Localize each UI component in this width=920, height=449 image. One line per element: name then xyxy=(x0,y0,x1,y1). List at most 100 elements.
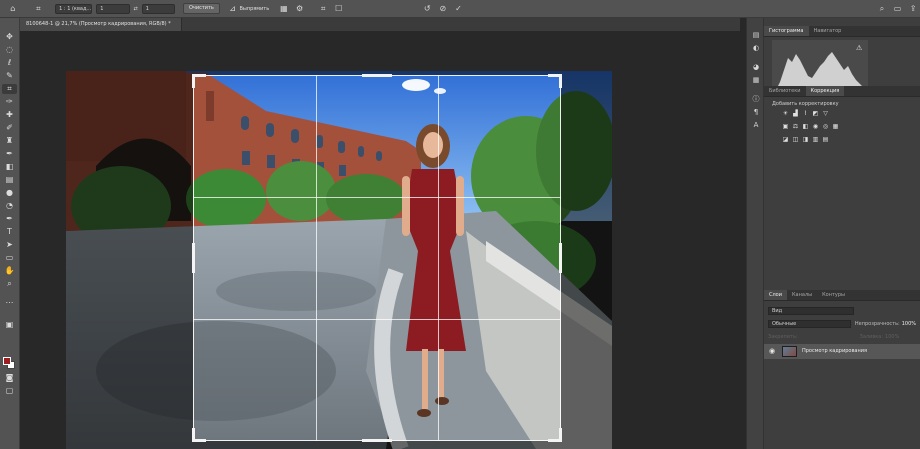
workspace-icon[interactable]: ▭ xyxy=(891,3,905,15)
lasso-tool-icon[interactable]: ℓ xyxy=(2,58,17,68)
color-lookup-icon[interactable]: ▦ xyxy=(832,123,839,130)
quick-mask-icon[interactable]: ◙ xyxy=(2,373,17,383)
swatches-panel-icon[interactable]: ▦ xyxy=(750,75,762,85)
curves-icon[interactable]: ⌇ xyxy=(802,110,809,117)
layers-blend-row: Обычные Непрозрачность: 100% xyxy=(768,319,916,328)
foreground-color-swatch[interactable] xyxy=(3,357,11,365)
levels-icon[interactable]: ▟ xyxy=(792,110,799,117)
search-icon[interactable]: ⌕ xyxy=(875,3,889,15)
channel-mixer-icon[interactable]: ◎ xyxy=(822,123,829,130)
content-aware-icon[interactable]: ⌗ xyxy=(316,3,330,15)
settings-gear-icon[interactable]: ⚙ xyxy=(293,3,307,15)
crop-width-field[interactable]: 1 xyxy=(96,3,130,14)
tab-libraries[interactable]: Библиотеки xyxy=(764,86,806,96)
hue-saturation-icon[interactable]: ▣ xyxy=(782,123,789,130)
layers-search-input[interactable]: Вид xyxy=(768,306,854,315)
document-canvas[interactable] xyxy=(20,31,738,449)
blur-tool-icon[interactable]: ● xyxy=(2,188,17,198)
color-panel-icon[interactable]: ◕ xyxy=(750,62,762,72)
crop-grid-vertical-2 xyxy=(438,75,439,441)
paragraph-panel-icon[interactable]: ¶ xyxy=(750,107,762,117)
tab-paths[interactable]: Контуры xyxy=(817,290,850,300)
brush-tool-icon[interactable]: ✐ xyxy=(2,123,17,133)
properties-panel-icon[interactable]: ◐ xyxy=(750,43,762,53)
document-tab[interactable]: 8100648-1 @ 21,7% (Просмотр кадрирования… xyxy=(20,18,182,31)
history-panel-icon[interactable]: ▤ xyxy=(750,30,762,40)
histogram-warning-icon[interactable]: ⚠ xyxy=(856,44,862,52)
posterize-icon[interactable]: ◫ xyxy=(792,136,799,143)
histogram-chart xyxy=(772,40,868,92)
move-tool-icon[interactable]: ✥ xyxy=(2,32,17,42)
layers-panel-tabs: Слои Каналы Контуры xyxy=(764,290,920,301)
eyedropper-tool-icon[interactable]: ✑ xyxy=(2,97,17,107)
edit-toolbar-icon[interactable]: ▣ xyxy=(2,320,17,330)
tab-channels[interactable]: Каналы xyxy=(787,290,817,300)
fill-value[interactable]: 100% xyxy=(885,334,899,340)
brightness-icon[interactable]: ☀ xyxy=(782,110,789,117)
black-white-icon[interactable]: ◧ xyxy=(802,123,809,130)
clone-stamp-tool-icon[interactable]: ♜ xyxy=(2,136,17,146)
home-icon[interactable]: ⌂ xyxy=(6,3,20,15)
cancel-icon[interactable]: ⊘ xyxy=(436,3,450,15)
panel-dock-icons: ▤ ◐ ◕ ▦ ⓘ ¶ A xyxy=(746,18,764,449)
shape-tool-icon[interactable]: ▭ xyxy=(2,253,17,263)
ratio-preset-select[interactable]: 1 : 1 (квад... xyxy=(55,3,93,14)
reset-icon[interactable]: ↺ xyxy=(420,3,434,15)
tab-histogram[interactable]: Гистограмма xyxy=(764,26,809,36)
layer-name[interactable]: Просмотр кадрирования xyxy=(802,344,867,359)
photo-filter-icon[interactable]: ◉ xyxy=(812,123,819,130)
dodge-tool-icon[interactable]: ◔ xyxy=(2,201,17,211)
clear-button[interactable]: Очистить xyxy=(182,3,220,14)
path-select-tool-icon[interactable]: ➤ xyxy=(2,240,17,250)
crop-handle-top-right-v[interactable] xyxy=(559,74,562,88)
threshold-icon[interactable]: ◨ xyxy=(802,136,809,143)
eraser-tool-icon[interactable]: ◧ xyxy=(2,162,17,172)
crop-handle-top[interactable] xyxy=(362,74,392,77)
swap-dimensions-icon[interactable]: ⇄ xyxy=(134,6,138,12)
more-tools-icon[interactable]: … xyxy=(2,296,17,306)
screen-mode-icon[interactable]: ▢ xyxy=(2,386,17,396)
photo-image[interactable] xyxy=(66,71,612,449)
crop-box[interactable] xyxy=(193,75,561,441)
color-balance-icon[interactable]: ⚖ xyxy=(792,123,799,130)
content-aware-checkbox[interactable]: ☐ xyxy=(332,3,346,15)
visibility-eye-icon[interactable]: ◉ xyxy=(769,344,775,359)
healing-tool-icon[interactable]: ✚ xyxy=(2,110,17,120)
share-icon[interactable]: ⇪ xyxy=(906,3,920,15)
crop-handle-bottom-left-v[interactable] xyxy=(192,428,195,442)
info-panel-icon[interactable]: ⓘ xyxy=(750,94,762,104)
crop-handle-bottom[interactable] xyxy=(362,439,392,442)
crop-height-field[interactable]: 1 xyxy=(141,3,175,14)
selective-color-icon[interactable]: ▥ xyxy=(812,136,819,143)
straighten-label[interactable]: Выпрямить xyxy=(239,6,269,12)
layer-row[interactable]: ◉ Просмотр кадрирования xyxy=(764,344,920,359)
character-panel-icon[interactable]: A xyxy=(750,120,762,130)
quick-select-tool-icon[interactable]: ✎ xyxy=(2,71,17,81)
crop-handle-left[interactable] xyxy=(192,243,195,273)
marquee-tool-icon[interactable]: ◌ xyxy=(2,45,17,55)
tab-adjustments[interactable]: Коррекция xyxy=(805,86,845,96)
exposure-icon[interactable]: ◩ xyxy=(812,110,819,117)
blend-mode-select[interactable]: Обычные xyxy=(768,319,851,328)
commit-check-icon[interactable]: ✓ xyxy=(452,3,466,15)
tab-navigator[interactable]: Навигатор xyxy=(809,26,847,36)
pen-tool-icon[interactable]: ✒ xyxy=(2,214,17,224)
crop-tool-icon[interactable]: ⌗ xyxy=(2,84,17,94)
hand-tool-icon[interactable]: ✋ xyxy=(2,266,17,276)
gradient-map-icon[interactable]: ▤ xyxy=(822,136,829,143)
vibrance-icon[interactable]: ▽ xyxy=(822,110,829,117)
crop-tool-icon[interactable]: ⌗ xyxy=(32,3,46,15)
tab-layers[interactable]: Слои xyxy=(764,290,787,300)
straighten-icon[interactable]: ⊿ xyxy=(226,3,240,15)
history-brush-tool-icon[interactable]: ✒ xyxy=(2,149,17,159)
crop-handle-right[interactable] xyxy=(559,243,562,273)
crop-handle-top-left-v[interactable] xyxy=(192,74,195,88)
invert-icon[interactable]: ◪ xyxy=(782,136,789,143)
grid-overlay-icon[interactable]: ▦ xyxy=(277,3,291,15)
gradient-tool-icon[interactable]: ▤ xyxy=(2,175,17,185)
type-tool-icon[interactable]: T xyxy=(2,227,17,237)
crop-handle-bottom-right-v[interactable] xyxy=(559,428,562,442)
zoom-tool-icon[interactable]: ⌕ xyxy=(2,279,17,289)
crop-shield-bottom xyxy=(193,441,561,449)
opacity-value[interactable]: 100% xyxy=(902,321,916,327)
